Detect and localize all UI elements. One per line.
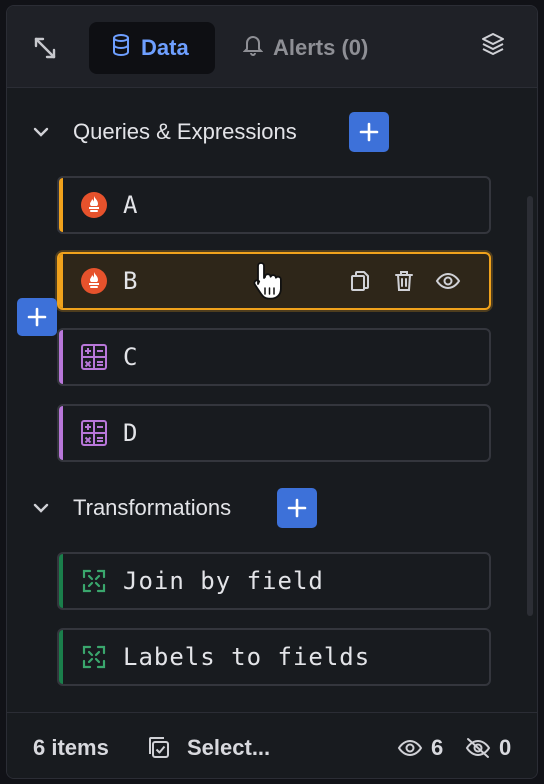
transform-icon [79, 642, 109, 672]
section-title: Queries & Expressions [73, 119, 297, 144]
card-stripe [59, 406, 63, 460]
insert-query-button[interactable] [17, 298, 57, 336]
panel-header: Data Alerts (0) [7, 6, 537, 88]
calculator-icon [79, 418, 109, 448]
prometheus-icon [79, 190, 109, 220]
transformation-card-join[interactable]: Join by field [57, 552, 491, 610]
tab-data[interactable]: Data [89, 22, 215, 74]
tab-data-label: Data [141, 35, 189, 60]
card-actions [345, 266, 463, 296]
select-button[interactable]: Select... [187, 735, 270, 761]
query-card-a[interactable]: A [57, 176, 491, 234]
add-query-button[interactable] [349, 112, 389, 152]
section-title: Transformations [73, 495, 232, 520]
transformation-label: Labels to fields [123, 643, 371, 671]
card-stripe [59, 630, 63, 684]
card-stripe [59, 178, 63, 232]
card-stripe [59, 554, 63, 608]
card-stripe [59, 254, 63, 308]
add-transformation-button[interactable] [277, 488, 317, 528]
expand-icon[interactable] [29, 32, 61, 64]
expression-label: C [123, 343, 139, 371]
database-icon [111, 34, 131, 62]
select-checkbox-icon[interactable] [143, 733, 173, 763]
panel-footer: 6 items Select... 6 0 [7, 712, 537, 778]
transformations-section-header: Transformations [7, 488, 537, 528]
calculator-icon [79, 342, 109, 372]
chevron-down-icon[interactable] [29, 496, 53, 520]
layers-icon[interactable] [477, 28, 509, 60]
prometheus-icon [79, 266, 109, 296]
tab-alerts-label: Alerts (0) [273, 35, 369, 60]
transformation-label: Join by field [123, 567, 324, 595]
expression-label: D [123, 419, 139, 447]
trash-icon[interactable] [389, 266, 419, 296]
eye-slash-icon[interactable] [463, 733, 493, 763]
query-label: A [123, 191, 139, 219]
item-count: 6 items [33, 735, 109, 760]
expression-card-c[interactable]: C [57, 328, 491, 386]
scrollbar[interactable] [527, 196, 533, 616]
eye-icon[interactable] [395, 733, 425, 763]
expression-card-d[interactable]: D [57, 404, 491, 462]
query-label: B [123, 267, 139, 295]
eye-icon[interactable] [433, 266, 463, 296]
chevron-down-icon[interactable] [29, 120, 53, 144]
tab-alerts[interactable]: Alerts (0) [233, 22, 368, 74]
hidden-count: 0 [499, 735, 512, 760]
duplicate-icon[interactable] [345, 266, 375, 296]
hand-cursor-icon [250, 260, 284, 302]
card-stripe [59, 330, 63, 384]
bell-icon [242, 34, 264, 62]
transformation-card-labels[interactable]: Labels to fields [57, 628, 491, 686]
data-panel: Data Alerts (0) Queries & Expressions A … [6, 5, 538, 779]
transform-icon [79, 566, 109, 596]
queries-section-header: Queries & Expressions [7, 112, 537, 152]
visible-count: 6 [431, 735, 444, 760]
